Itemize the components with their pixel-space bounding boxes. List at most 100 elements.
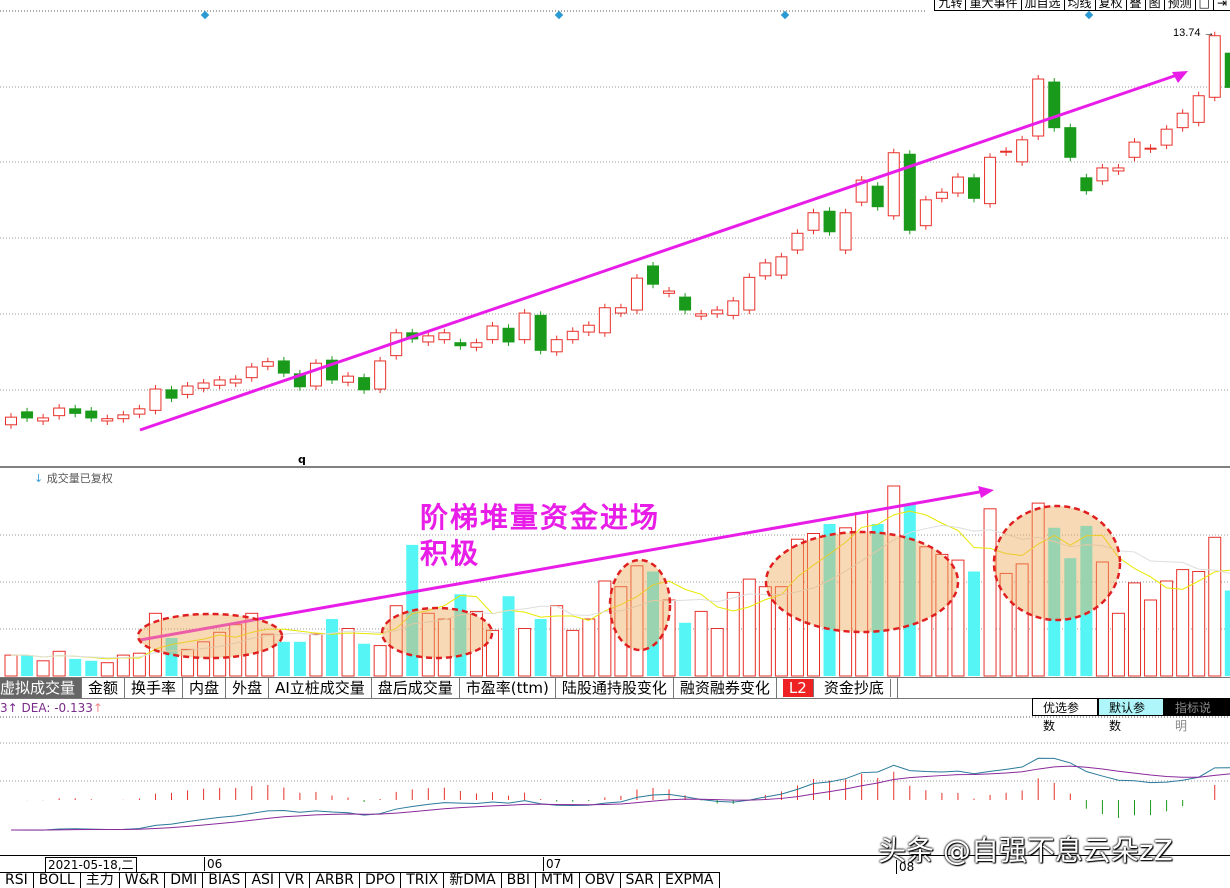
candle [1064, 127, 1077, 158]
candle [181, 385, 194, 395]
volume-bar [1111, 612, 1125, 677]
candle [261, 361, 274, 367]
candle [165, 389, 178, 399]
tab-after-hours[interactable]: 盘后成交量 [372, 678, 460, 698]
candle [1192, 95, 1205, 123]
candle [775, 256, 788, 276]
param-buttons: 优选参数 默认参数 指标说明 [1032, 698, 1230, 733]
tab-trix[interactable]: TRIX [401, 873, 445, 888]
volume-bar [52, 650, 66, 677]
toolbar-button[interactable]: 九转 [934, 0, 965, 10]
tab-fund-bottom[interactable]: L2 资金抄底 [777, 678, 898, 698]
candle [951, 176, 964, 194]
indicator-tabs: RSI BOLL 主力 W&R DMI BIAS ASI VR ARBR DPO… [0, 872, 720, 888]
tab-rsi[interactable]: RSI [0, 873, 34, 888]
volume-bar [85, 660, 98, 676]
candle [919, 199, 932, 227]
default-params-button[interactable]: 默认参数 [1098, 698, 1164, 733]
volume-bar [4, 654, 18, 677]
tab-boll[interactable]: BOLL [34, 873, 81, 888]
candle [743, 276, 756, 311]
tab-wr[interactable]: W&R [120, 873, 166, 888]
candle [213, 379, 226, 386]
indicator-help-button[interactable]: 指标说明 [1164, 698, 1230, 733]
candle [133, 408, 146, 415]
tab-obv[interactable]: OBV [580, 873, 621, 888]
toolbar-button[interactable]: 加自选 [1020, 0, 1064, 10]
candle [695, 313, 708, 317]
tab-arbr[interactable]: ARBR [310, 873, 360, 888]
candle [149, 388, 162, 411]
candle [117, 414, 130, 420]
candle [21, 411, 34, 419]
tab-mtm[interactable]: MTM [536, 873, 580, 888]
candle [759, 262, 772, 277]
tab-ai-volume[interactable]: AI立桩成交量 [269, 678, 372, 698]
cursor-date: 2021-05-18,二 [45, 857, 137, 873]
volume-bar [100, 662, 114, 677]
candle [438, 332, 451, 341]
highlight-ellipse [136, 612, 284, 660]
toolbar-button[interactable]: 图 [1144, 0, 1164, 10]
stock-chart[interactable] [0, 0, 1230, 887]
high-price-label: 13.74 → [1173, 27, 1215, 39]
toolbar-button[interactable]: 重大事件 [965, 0, 1020, 10]
tab-dmi[interactable]: DMI [165, 873, 204, 888]
event-diamond-icon [1084, 10, 1094, 20]
tab-inner[interactable]: 内盘 [183, 678, 227, 698]
candle [1160, 128, 1173, 146]
candle [277, 360, 290, 374]
candle [1144, 147, 1157, 150]
toolbar-button[interactable]: 预测 [1163, 0, 1195, 10]
candle [1080, 177, 1093, 192]
volume-note: ↓ 成交量已复权 [34, 472, 113, 485]
tab-northbound[interactable]: 陆股通持股变化 [556, 678, 674, 698]
candle [229, 378, 242, 384]
candle [5, 416, 17, 426]
volume-bar [36, 660, 50, 677]
candle [582, 324, 595, 333]
candle [935, 191, 948, 199]
candle [69, 408, 82, 414]
candle [887, 152, 900, 217]
tab-amount[interactable]: 金额 [82, 678, 126, 698]
tab-sar[interactable]: SAR [621, 873, 660, 888]
tab-bias[interactable]: BIAS [203, 873, 247, 888]
volume-bar [1128, 582, 1141, 677]
volume-bar [598, 580, 612, 677]
tab-pe[interactable]: 市盈率(ttm) [460, 678, 556, 698]
toolbar-button[interactable]: 复权 [1094, 0, 1126, 10]
tab-expma[interactable]: EXPMA [660, 873, 720, 888]
tab-dpo[interactable]: DPO [360, 873, 402, 888]
toolbar-button[interactable]: 叠 [1125, 0, 1145, 10]
tab-outer[interactable]: 外盘 [226, 678, 270, 698]
candle [1048, 81, 1061, 129]
candle [968, 177, 980, 199]
volume-bar [373, 645, 387, 677]
tab-virtual-volume[interactable]: 虚拟成交量 [0, 678, 83, 698]
volume-bar [1176, 569, 1190, 677]
candle [374, 360, 387, 390]
candle [502, 327, 515, 343]
toolbar-button[interactable]: ⇥ [1212, 0, 1230, 10]
toolbar-button[interactable]: 均线 [1063, 0, 1095, 10]
candle [839, 212, 852, 251]
volume-bar [679, 622, 692, 676]
candle [470, 342, 483, 348]
volume-bar [1192, 571, 1206, 677]
candle [647, 265, 659, 285]
tab-bbi[interactable]: BBI [502, 873, 537, 888]
tab-margin[interactable]: 融资融券变化 [674, 678, 777, 698]
candle [534, 314, 547, 351]
tab-vr[interactable]: VR [280, 873, 311, 888]
candle [614, 307, 627, 314]
tab-main[interactable]: 主力 [81, 873, 120, 888]
volume-bar [326, 619, 338, 676]
tab-new-dma[interactable]: 新DMA [444, 873, 502, 888]
candle [791, 232, 804, 251]
preferred-params-button[interactable]: 优选参数 [1032, 698, 1098, 733]
volume-bar [309, 633, 323, 677]
toolbar-button[interactable]: □ [1194, 0, 1213, 10]
tab-asi[interactable]: ASI [246, 873, 281, 888]
tab-turnover[interactable]: 换手率 [125, 678, 184, 698]
